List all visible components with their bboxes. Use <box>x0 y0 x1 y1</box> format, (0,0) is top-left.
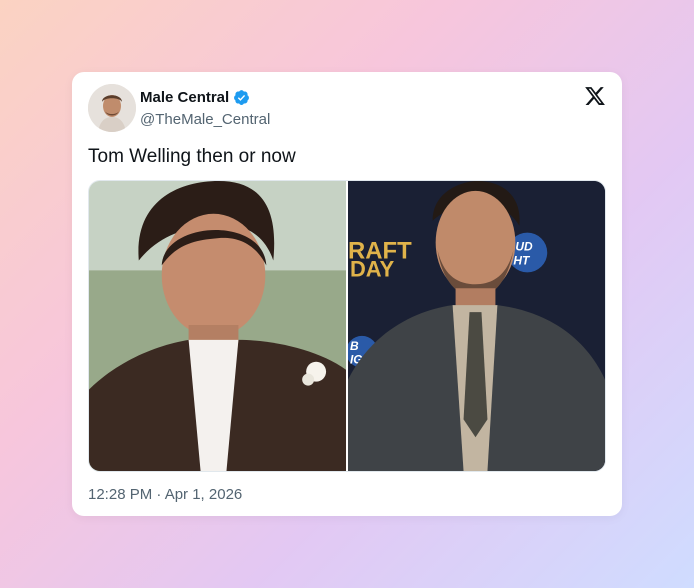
timestamp[interactable]: 12:28 PM · Apr 1, 2026 <box>88 486 242 503</box>
handle[interactable]: @TheMale_Central <box>140 111 270 128</box>
display-name[interactable]: Male Central <box>140 89 229 106</box>
then-photo[interactable] <box>89 181 346 471</box>
backdrop-text-2: DAY <box>350 256 395 281</box>
tweet-text: Tom Welling then or now <box>88 146 296 167</box>
now-photo[interactable]: RAFT DAY UD HT B IG <box>348 181 605 471</box>
backdrop-text-3: UD <box>515 240 533 254</box>
avatar-image <box>88 84 136 132</box>
x-logo-icon[interactable] <box>584 85 606 107</box>
backdrop-text-5: B <box>350 339 359 353</box>
backdrop-text-4: HT <box>513 253 531 267</box>
tweet-media[interactable]: RAFT DAY UD HT B IG <box>88 180 606 472</box>
author-row: Male Central <box>140 89 250 106</box>
tweet-card: Male Central @TheMale_Central Tom Wellin… <box>72 72 622 516</box>
verified-badge-icon <box>234 90 250 105</box>
then-photo-image <box>89 181 346 471</box>
now-photo-image: RAFT DAY UD HT B IG <box>348 181 605 471</box>
avatar[interactable] <box>88 84 136 132</box>
